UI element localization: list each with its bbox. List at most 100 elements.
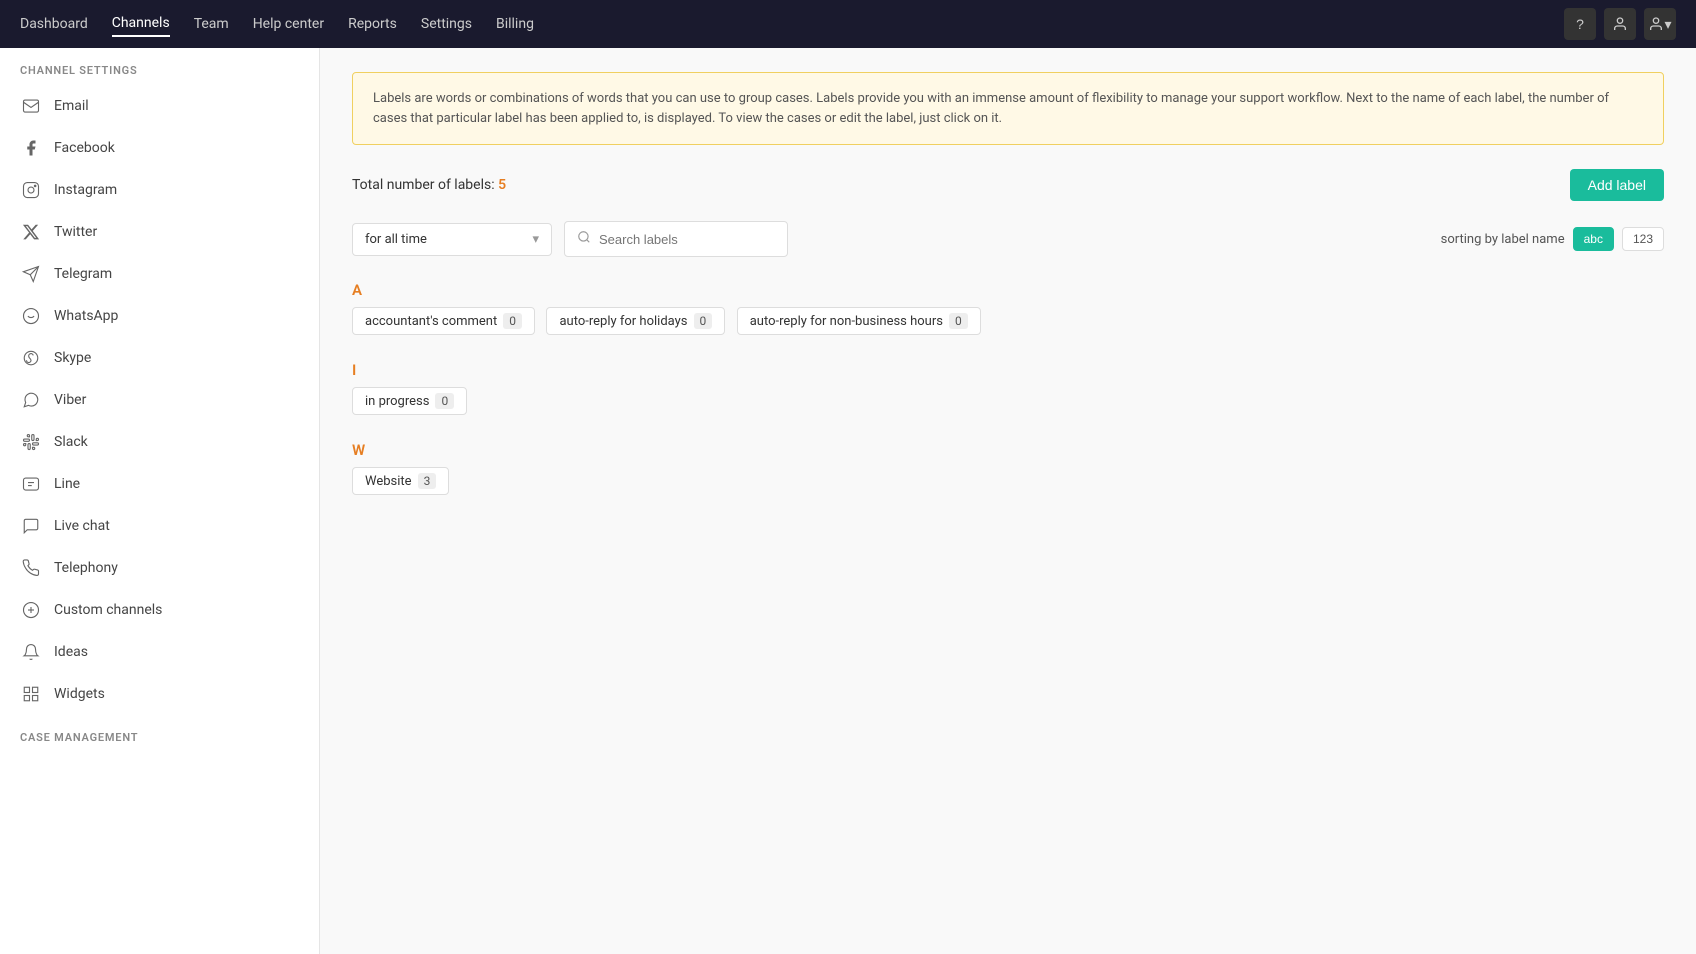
group-letter-a: A	[352, 281, 1664, 299]
sidebar-item-facebook[interactable]: Facebook	[0, 127, 319, 169]
nav-items: Dashboard Channels Team Help center Repo…	[20, 11, 1564, 37]
facebook-icon	[20, 137, 42, 159]
label-count-label: Total number of labels:	[352, 177, 495, 193]
group-i-labels: in progress 0	[352, 387, 1664, 421]
sidebar-item-label-slack: Slack	[54, 434, 88, 450]
label-count-badge: 0	[694, 313, 713, 329]
group-letter-i: I	[352, 361, 1664, 379]
sidebar-item-widgets[interactable]: Widgets	[0, 673, 319, 715]
sidebar-item-custom[interactable]: Custom channels	[0, 589, 319, 631]
nav-help-center[interactable]: Help center	[253, 12, 324, 36]
labels-group-a: A accountant's comment 0 auto-reply for …	[352, 281, 1664, 341]
sidebar-item-telegram[interactable]: Telegram	[0, 253, 319, 295]
nav-settings[interactable]: Settings	[421, 12, 472, 36]
sidebar-item-livechat[interactable]: Live chat	[0, 505, 319, 547]
sidebar-item-viber[interactable]: Viber	[0, 379, 319, 421]
sidebar-item-telephony[interactable]: Telephony	[0, 547, 319, 589]
sidebar-item-ideas[interactable]: Ideas	[0, 631, 319, 673]
sidebar-item-label-facebook: Facebook	[54, 140, 115, 156]
label-auto-reply-holidays[interactable]: auto-reply for holidays 0	[546, 307, 725, 335]
labels-list: A accountant's comment 0 auto-reply for …	[352, 281, 1664, 501]
search-box	[564, 221, 788, 257]
label-auto-reply-non-business[interactable]: auto-reply for non-business hours 0	[737, 307, 981, 335]
notifications-icon-button[interactable]	[1604, 8, 1636, 40]
label-count-badge: 0	[435, 393, 454, 409]
line-icon	[20, 473, 42, 495]
main-content: Labels are words or combinations of word…	[320, 48, 1696, 954]
sidebar-item-label-whatsapp: WhatsApp	[54, 308, 118, 324]
labels-group-i: I in progress 0	[352, 361, 1664, 421]
sidebar-item-line[interactable]: Line	[0, 463, 319, 505]
label-count-badge: 0	[949, 313, 968, 329]
case-management-title: CASE MANAGEMENT	[0, 715, 319, 752]
widgets-icon	[20, 683, 42, 705]
group-a-labels: accountant's comment 0 auto-reply for ho…	[352, 307, 1664, 341]
sort-123-button[interactable]: 123	[1622, 227, 1664, 251]
label-count-display: Total number of labels: 5	[352, 177, 506, 193]
sidebar-item-label-viber: Viber	[54, 392, 86, 408]
livechat-icon	[20, 515, 42, 537]
telephony-icon	[20, 557, 42, 579]
label-name: accountant's comment	[365, 314, 497, 329]
add-label-button[interactable]: Add label	[1570, 169, 1664, 201]
sidebar-item-label-telegram: Telegram	[54, 266, 112, 282]
sidebar-item-label-telephony: Telephony	[54, 560, 118, 576]
sorting-area: sorting by label name abc 123	[1441, 227, 1664, 251]
info-banner: Labels are words or combinations of word…	[352, 72, 1664, 145]
nav-right-icons: ? ▾	[1564, 8, 1676, 40]
sidebar: CHANNEL SETTINGS Email Facebook Instagra…	[0, 48, 320, 954]
dropdown-arrow-icon: ▾	[532, 232, 539, 247]
label-count-row: Total number of labels: 5 Add label	[352, 169, 1664, 201]
search-labels-input[interactable]	[599, 232, 775, 247]
top-navigation: Dashboard Channels Team Help center Repo…	[0, 0, 1696, 48]
sidebar-item-twitter[interactable]: Twitter	[0, 211, 319, 253]
sidebar-item-slack[interactable]: Slack	[0, 421, 319, 463]
label-in-progress[interactable]: in progress 0	[352, 387, 467, 415]
sidebar-item-label-ideas: Ideas	[54, 644, 88, 660]
sidebar-item-label-custom: Custom channels	[54, 602, 162, 618]
nav-billing[interactable]: Billing	[496, 12, 534, 36]
time-filter-dropdown[interactable]: for all time ▾	[352, 223, 552, 256]
info-banner-text: Labels are words or combinations of word…	[373, 91, 1609, 126]
skype-icon	[20, 347, 42, 369]
search-icon	[577, 230, 591, 248]
sidebar-item-label-skype: Skype	[54, 350, 91, 366]
sidebar-item-skype[interactable]: Skype	[0, 337, 319, 379]
sort-abc-button[interactable]: abc	[1573, 227, 1614, 251]
sidebar-item-whatsapp[interactable]: WhatsApp	[0, 295, 319, 337]
label-count-badge: 3	[418, 473, 437, 489]
sidebar-item-label-twitter: Twitter	[54, 224, 97, 240]
sidebar-item-email[interactable]: Email	[0, 85, 319, 127]
nav-channels[interactable]: Channels	[112, 11, 170, 37]
user-menu-button[interactable]: ▾	[1644, 8, 1676, 40]
label-name: auto-reply for non-business hours	[750, 314, 943, 329]
sidebar-item-label-livechat: Live chat	[54, 518, 110, 534]
instagram-icon	[20, 179, 42, 201]
label-website[interactable]: Website 3	[352, 467, 449, 495]
ideas-icon	[20, 641, 42, 663]
sidebar-item-label-widgets: Widgets	[54, 686, 105, 702]
filter-row: for all time ▾ sorting by label name abc…	[352, 221, 1664, 257]
sidebar-item-label-instagram: Instagram	[54, 182, 117, 198]
slack-icon	[20, 431, 42, 453]
whatsapp-icon	[20, 305, 42, 327]
label-name: auto-reply for holidays	[559, 314, 687, 329]
label-count-value: 5	[498, 177, 506, 193]
help-icon-button[interactable]: ?	[1564, 8, 1596, 40]
labels-group-w: W Website 3	[352, 441, 1664, 501]
email-icon	[20, 95, 42, 117]
sidebar-item-label-line: Line	[54, 476, 80, 492]
nav-reports[interactable]: Reports	[348, 12, 397, 36]
label-count-badge: 0	[503, 313, 522, 329]
sidebar-item-label-email: Email	[54, 98, 89, 114]
custom-channels-icon	[20, 599, 42, 621]
viber-icon	[20, 389, 42, 411]
sidebar-item-instagram[interactable]: Instagram	[0, 169, 319, 211]
sorting-label-text: sorting by label name	[1441, 232, 1565, 247]
telegram-icon	[20, 263, 42, 285]
group-w-labels: Website 3	[352, 467, 1664, 501]
nav-dashboard[interactable]: Dashboard	[20, 12, 88, 36]
label-accountants-comment[interactable]: accountant's comment 0	[352, 307, 535, 335]
label-name: in progress	[365, 394, 429, 409]
nav-team[interactable]: Team	[194, 12, 229, 36]
